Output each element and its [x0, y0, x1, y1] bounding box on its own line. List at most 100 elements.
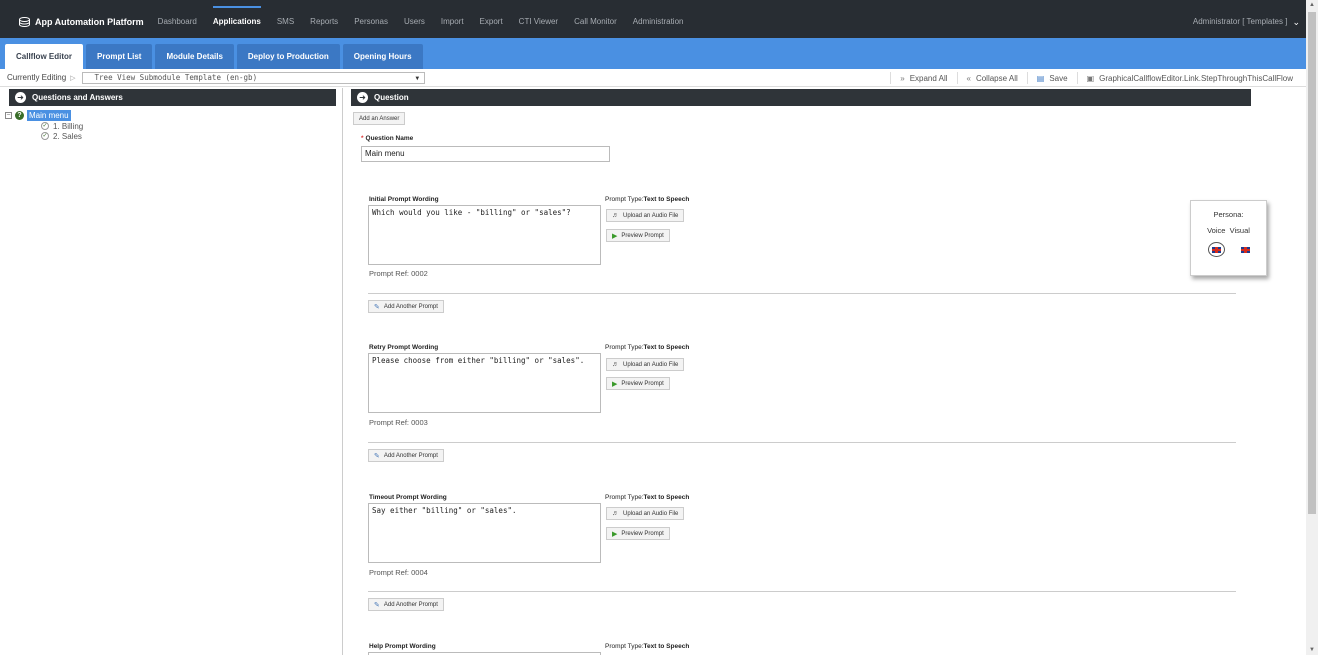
tree-item-sales[interactable]: ✓ 2. Sales [41, 131, 83, 141]
user-name: Administrator [ Templates ] [1192, 17, 1288, 26]
prompt-type-value: Text to Speech [643, 643, 690, 650]
persona-voice-label: Voice [1207, 226, 1226, 235]
add-prompt-icon: ✎ [374, 303, 380, 311]
preview-prompt-button[interactable]: ▶ Preview Prompt [606, 527, 670, 540]
speaker-icon: ♬ [612, 510, 619, 517]
tab-deploy-to-production[interactable]: Deploy to Production [236, 44, 340, 69]
scroll-up-arrow-icon[interactable]: ▲ [1309, 2, 1315, 8]
question-name-label: * Question Name [361, 135, 413, 142]
panel-divider[interactable] [342, 88, 343, 655]
editing-bar: Currently Editing ▷ Tree View Submodule … [0, 69, 1306, 87]
preview-prompt-button[interactable]: ▶ Preview Prompt [606, 377, 670, 390]
persona-title: Persona: [1213, 210, 1244, 219]
play-icon: ▶ [612, 530, 618, 538]
nav-sms[interactable]: SMS [277, 6, 294, 38]
caret-right-icon: ▷ [70, 74, 76, 82]
vertical-scrollbar[interactable]: ▲ ▼ [1306, 0, 1318, 655]
section-divider [368, 591, 1236, 592]
upload-audio-button[interactable]: ♬ Upload an Audio File [606, 209, 685, 222]
question-header: ➜ Question [351, 89, 1251, 106]
retry-prompt-textarea[interactable]: Please choose from either "billing" or "… [368, 353, 601, 413]
question-name-label-text: Question Name [365, 135, 414, 142]
add-another-prompt-button[interactable]: ✎ Add Another Prompt [368, 449, 444, 462]
questions-answers-header: ➜ Questions and Answers [9, 89, 336, 106]
chevron-down-icon: ⌄ [1292, 17, 1300, 27]
add-answer-label: Add an Answer [359, 115, 400, 122]
nav-reports[interactable]: Reports [310, 6, 338, 38]
nav-call-monitor[interactable]: Call Monitor [574, 6, 617, 38]
prompt-ref: Prompt Ref: 0002 [369, 269, 428, 278]
add-another-prompt-label: Add Another Prompt [383, 601, 438, 608]
save-icon: ▤ [1036, 73, 1045, 83]
top-navigation: App Automation Platform Dashboard Applic… [0, 0, 1306, 38]
prompt-type: Prompt Type:Text to Speech [605, 643, 689, 650]
expand-all-button[interactable]: » Expand All [890, 72, 956, 84]
nav-personas[interactable]: Personas [354, 6, 388, 38]
brand-name: App Automation Platform [35, 17, 144, 27]
nav-export[interactable]: Export [480, 6, 503, 38]
initial-prompt-textarea[interactable]: Which would you like - "billing" or "sal… [368, 205, 601, 265]
upload-audio-label: Upload an Audio File [623, 510, 679, 517]
section-divider [368, 293, 1236, 294]
save-button[interactable]: ▤ Save [1026, 72, 1077, 84]
nav-users[interactable]: Users [404, 6, 425, 38]
tree-item-label: 1. Billing [53, 121, 84, 131]
double-chevron-down-icon: » [900, 73, 905, 83]
add-prompt-icon: ✎ [374, 601, 380, 609]
voice-persona-uk-icon[interactable] [1207, 242, 1225, 257]
add-another-prompt-button[interactable]: ✎ Add Another Prompt [368, 300, 444, 313]
visual-persona-uk-flag-icon[interactable] [1240, 246, 1250, 253]
persona-panel: Persona: Voice Visual [1190, 200, 1267, 276]
scroll-down-arrow-icon[interactable]: ▼ [1309, 647, 1315, 653]
collapse-all-button[interactable]: « Collapse All [956, 72, 1027, 84]
nav-applications[interactable]: Applications [212, 6, 261, 38]
prompt-ref: Prompt Ref: 0004 [369, 568, 428, 577]
play-icon: ▶ [612, 232, 618, 240]
save-label: Save [1049, 73, 1068, 83]
step-through-button[interactable]: ▣ GraphicalCallflowEditor.Link.StepThrou… [1076, 72, 1302, 84]
speaker-icon: ♬ [612, 361, 619, 368]
nav-dashboard[interactable]: Dashboard [158, 6, 197, 38]
tab-module-details[interactable]: Module Details [155, 44, 234, 69]
question-title: Question [374, 93, 409, 102]
tree-item-label: 2. Sales [53, 131, 82, 141]
prompt-ref: Prompt Ref: 0003 [369, 418, 428, 427]
upload-audio-label: Upload an Audio File [623, 361, 679, 368]
nav-administration[interactable]: Administration [633, 6, 684, 38]
add-another-prompt-label: Add Another Prompt [383, 452, 438, 459]
upload-audio-label: Upload an Audio File [623, 212, 679, 219]
user-menu[interactable]: Administrator [ Templates ] ⌄ [1193, 6, 1300, 38]
brand[interactable]: App Automation Platform [19, 17, 144, 27]
speaker-icon: ♬ [612, 212, 619, 219]
module-select[interactable]: Tree View Submodule Template (en-gb) ▼ [81, 71, 425, 84]
upload-audio-button[interactable]: ♬ Upload an Audio File [606, 507, 685, 520]
double-chevron-up-icon: « [966, 73, 971, 83]
tree-item-main-menu[interactable]: Main menu [27, 109, 71, 121]
prompt-type: Prompt Type:Text to Speech [605, 494, 689, 501]
nav-import[interactable]: Import [441, 6, 464, 38]
persona-modes: Voice Visual [1191, 226, 1266, 235]
add-prompt-icon: ✎ [374, 452, 380, 460]
timeout-prompt-textarea[interactable]: Say either "billing" or "sales". [368, 503, 601, 563]
questions-answers-title: Questions and Answers [32, 93, 123, 102]
add-another-prompt-button[interactable]: ✎ Add Another Prompt [368, 598, 444, 611]
add-answer-button[interactable]: Add an Answer [353, 112, 406, 125]
tab-callflow-editor[interactable]: Callflow Editor [5, 44, 83, 69]
scrollbar-thumb[interactable] [1308, 12, 1316, 514]
preview-prompt-button[interactable]: ▶ Preview Prompt [606, 229, 670, 242]
question-name-field[interactable]: Main menu [361, 146, 610, 162]
collapse-all-label: Collapse All [975, 73, 1018, 83]
tab-prompt-list[interactable]: Prompt List [86, 44, 153, 69]
timeout-prompt-label: Timeout Prompt Wording [369, 494, 447, 501]
prompt-type-label: Prompt Type: [605, 643, 644, 650]
module-select-value: Tree View Submodule Template (en-gb) [94, 72, 258, 82]
upload-audio-button[interactable]: ♬ Upload an Audio File [606, 358, 685, 371]
preview-prompt-label: Preview Prompt [621, 380, 664, 387]
nav-cti-viewer[interactable]: CTI Viewer [519, 6, 558, 38]
prompt-type-label: Prompt Type: [605, 196, 644, 203]
tree-item-billing[interactable]: ✓ 1. Billing [41, 121, 83, 131]
tab-opening-hours[interactable]: Opening Hours [342, 44, 423, 69]
required-marker: * [361, 135, 364, 142]
collapse-toggle-icon[interactable]: – [5, 111, 12, 119]
question-tree: – ? Main menu ✓ 1. Billing ✓ 2. Sales [5, 109, 83, 141]
